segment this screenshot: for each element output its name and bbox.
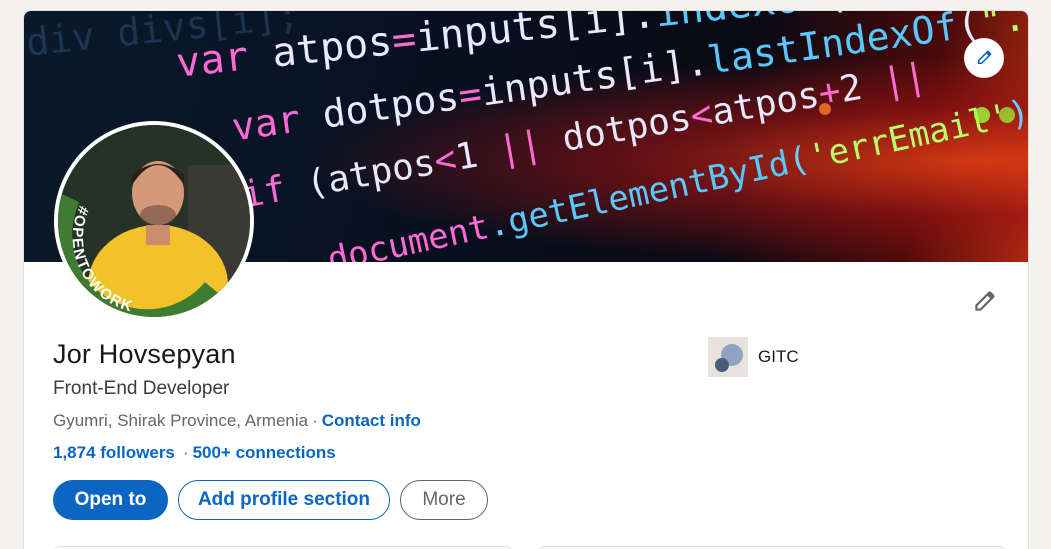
avatar: #OPENTOWORK bbox=[58, 125, 250, 317]
profile-card: div divs[i]; var atpos=inputs[i].indexOf… bbox=[23, 10, 1029, 549]
current-company[interactable]: GITC bbox=[708, 337, 799, 377]
connections-link[interactable]: 500+ connections bbox=[193, 443, 336, 462]
person-photo: #OPENTOWORK bbox=[58, 125, 250, 317]
company-name: GITC bbox=[758, 347, 799, 366]
more-button[interactable]: More bbox=[400, 480, 488, 520]
bokeh-light bbox=[999, 107, 1015, 123]
add-profile-section-button[interactable]: Add profile section bbox=[178, 480, 390, 520]
pencil-icon bbox=[978, 50, 992, 64]
open-to-button[interactable]: Open to bbox=[53, 480, 168, 520]
contact-info-link[interactable]: Contact info bbox=[322, 411, 421, 430]
network-line: 1,874 followers · 500+ connections bbox=[53, 443, 336, 463]
bokeh-light bbox=[819, 103, 831, 115]
profile-headline: Front-End Developer bbox=[53, 378, 230, 399]
bokeh-light bbox=[974, 107, 990, 123]
profile-photo[interactable]: #OPENTOWORK bbox=[54, 121, 254, 321]
pencil-icon bbox=[975, 291, 995, 311]
followers-link[interactable]: 1,874 followers bbox=[53, 443, 175, 462]
profile-location: Gyumri, Shirak Province, Armenia bbox=[53, 411, 309, 430]
company-logo-icon bbox=[708, 337, 748, 377]
profile-name: Jor Hovsepyan bbox=[53, 339, 236, 369]
separator: · bbox=[312, 411, 318, 430]
edit-banner-button[interactable] bbox=[964, 38, 1004, 78]
location-line: Gyumri, Shirak Province, Armenia · Contact… bbox=[53, 411, 421, 431]
edit-intro-button[interactable] bbox=[968, 286, 1000, 318]
company-logo bbox=[708, 337, 748, 377]
separator: · bbox=[182, 443, 189, 462]
